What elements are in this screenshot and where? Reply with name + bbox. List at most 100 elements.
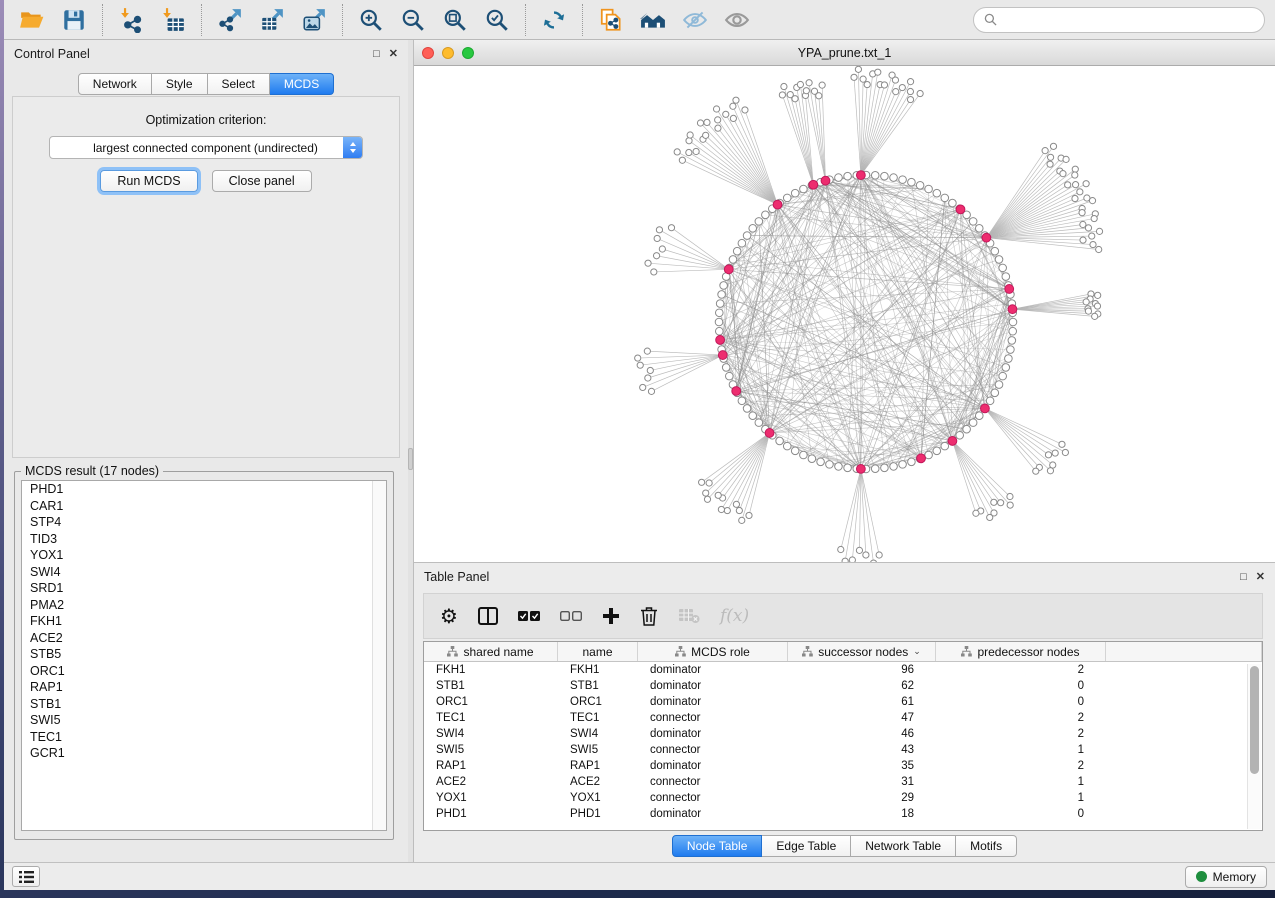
column-type-icon xyxy=(961,646,972,657)
tab-network-table[interactable]: Network Table xyxy=(851,835,956,857)
export-network-button[interactable] xyxy=(214,4,246,36)
close-table-panel-icon[interactable]: ✕ xyxy=(1256,572,1265,583)
deselect-all-button[interactable] xyxy=(560,610,582,622)
open-folder-icon xyxy=(19,7,45,33)
show-all-button[interactable] xyxy=(721,4,753,36)
tab-style[interactable]: Style xyxy=(152,73,208,95)
table-scrollbar[interactable] xyxy=(1247,664,1261,829)
col-predecessor-nodes[interactable]: predecessor nodes xyxy=(936,642,1106,661)
mcds-result-item[interactable]: TEC1 xyxy=(22,729,386,746)
optimization-criterion-select[interactable]: largest connected component (undirected) xyxy=(49,136,363,159)
float-panel-icon[interactable]: □ xyxy=(373,49,380,60)
network-window-titlebar[interactable]: YPA_prune.txt_1 xyxy=(414,40,1275,66)
mcds-result-item[interactable]: PMA2 xyxy=(22,597,386,614)
table-row[interactable]: SWI5 SWI5 connector 43 1 xyxy=(424,742,1262,758)
float-table-panel-icon[interactable]: □ xyxy=(1240,572,1247,583)
tab-motifs[interactable]: Motifs xyxy=(956,835,1017,857)
table-row[interactable]: TEC1 TEC1 connector 47 2 xyxy=(424,710,1262,726)
export-image-button[interactable] xyxy=(298,4,330,36)
tab-node-table[interactable]: Node Table xyxy=(672,835,763,857)
mcds-list-scrollbar[interactable] xyxy=(372,481,386,830)
table-row[interactable]: YOX1 YOX1 connector 29 1 xyxy=(424,790,1262,806)
mcds-result-item[interactable]: CAR1 xyxy=(22,498,386,515)
table-row[interactable]: ACE2 ACE2 connector 31 1 xyxy=(424,774,1262,790)
mcds-result-item[interactable]: FKH1 xyxy=(22,613,386,630)
mcds-result-item[interactable]: SRD1 xyxy=(22,580,386,597)
network-canvas[interactable] xyxy=(414,66,1275,562)
refresh-button[interactable] xyxy=(538,4,570,36)
show-column-panel-button[interactable] xyxy=(478,607,498,625)
import-network-button[interactable] xyxy=(115,4,147,36)
control-panel-tabs: Network Style Select MCDS xyxy=(4,73,408,95)
tab-select[interactable]: Select xyxy=(208,73,270,95)
mcds-result-item[interactable]: ORC1 xyxy=(22,663,386,680)
first-neighbors-button[interactable] xyxy=(637,4,669,36)
select-all-icon xyxy=(518,610,540,622)
zoom-out-button[interactable] xyxy=(397,4,429,36)
zoom-in-button[interactable] xyxy=(355,4,387,36)
col-name[interactable]: name xyxy=(558,642,638,661)
duplicate-network-button[interactable] xyxy=(595,4,627,36)
mcds-result-item[interactable]: STB1 xyxy=(22,696,386,713)
open-folder-button[interactable] xyxy=(16,4,48,36)
mcds-result-item[interactable]: GCR1 xyxy=(22,745,386,762)
column-type-icon xyxy=(447,646,458,657)
function-builder-button: f(x) xyxy=(720,606,749,626)
tab-network[interactable]: Network xyxy=(78,73,152,95)
col-shared-name[interactable]: shared name xyxy=(424,642,558,661)
add-column-button[interactable] xyxy=(602,607,620,625)
mcds-result-item[interactable]: STP4 xyxy=(22,514,386,531)
tab-mcds[interactable]: MCDS xyxy=(270,73,334,95)
table-panel: Table Panel □ ✕ ⚙ f(x) shared name name xyxy=(413,562,1275,862)
select-all-button[interactable] xyxy=(518,610,540,622)
table-row[interactable]: ORC1 ORC1 dominator 61 0 xyxy=(424,694,1262,710)
mcds-result-item[interactable]: PHD1 xyxy=(22,481,386,498)
table-row[interactable]: STB1 STB1 dominator 62 0 xyxy=(424,678,1262,694)
delete-table-icon xyxy=(678,608,700,624)
import-table-button[interactable] xyxy=(157,4,189,36)
mcds-result-item[interactable]: TID3 xyxy=(22,531,386,548)
save-button[interactable] xyxy=(58,4,90,36)
search-input[interactable] xyxy=(1003,13,1254,27)
table-panel-header: Table Panel □ ✕ xyxy=(414,563,1275,591)
mcds-result-item[interactable]: SWI5 xyxy=(22,712,386,729)
mcds-result-item[interactable]: YOX1 xyxy=(22,547,386,564)
import-group xyxy=(102,4,201,36)
col-successor-nodes[interactable]: successor nodes ⌄ xyxy=(788,642,936,661)
show-panels-button[interactable] xyxy=(12,866,40,887)
delete-column-button[interactable] xyxy=(640,606,658,626)
run-mcds-button[interactable]: Run MCDS xyxy=(100,170,197,192)
network-graph[interactable] xyxy=(414,66,1275,562)
zoom-selected-button[interactable] xyxy=(481,4,513,36)
gear-icon: ⚙ xyxy=(440,606,458,626)
zoom-selected-icon xyxy=(484,7,510,33)
node-table-header: shared name name MCDS role successor nod… xyxy=(424,642,1262,662)
mcds-result-title: MCDS result (17 nodes) xyxy=(21,464,163,478)
mcds-result-item[interactable]: STB5 xyxy=(22,646,386,663)
hide-selected-button[interactable] xyxy=(679,4,711,36)
table-row[interactable]: RAP1 RAP1 dominator 35 2 xyxy=(424,758,1262,774)
table-row[interactable]: FKH1 FKH1 dominator 96 2 xyxy=(424,662,1262,678)
col-mcds-role[interactable]: MCDS role xyxy=(638,642,788,661)
main-toolbar xyxy=(4,0,1275,40)
view-group xyxy=(582,4,765,36)
zoom-fit-button[interactable] xyxy=(439,4,471,36)
mcds-result-item[interactable]: SWI4 xyxy=(22,564,386,581)
memory-status-icon xyxy=(1196,871,1207,882)
search-box[interactable] xyxy=(973,7,1265,33)
table-row[interactable]: PHD1 PHD1 dominator 18 0 xyxy=(424,806,1262,822)
column-panel-icon xyxy=(478,607,498,625)
mcds-result-list[interactable]: PHD1CAR1STP4TID3YOX1SWI4SRD1PMA2FKH1ACE2… xyxy=(21,480,387,831)
table-scrollbar-thumb[interactable] xyxy=(1250,666,1259,774)
mcds-result-item[interactable]: RAP1 xyxy=(22,679,386,696)
close-panel-icon[interactable]: ✕ xyxy=(389,49,398,60)
tab-edge-table[interactable]: Edge Table xyxy=(762,835,851,857)
table-row[interactable]: SWI4 SWI4 dominator 46 2 xyxy=(424,726,1262,742)
mcds-result-item[interactable]: ACE2 xyxy=(22,630,386,647)
zoom-group xyxy=(342,4,525,36)
optimization-criterion-label: Optimization criterion: xyxy=(13,113,399,127)
memory-button[interactable]: Memory xyxy=(1185,866,1267,888)
close-panel-button[interactable]: Close panel xyxy=(212,170,312,192)
export-table-button[interactable] xyxy=(256,4,288,36)
settings-gear-button[interactable]: ⚙ xyxy=(440,606,458,626)
